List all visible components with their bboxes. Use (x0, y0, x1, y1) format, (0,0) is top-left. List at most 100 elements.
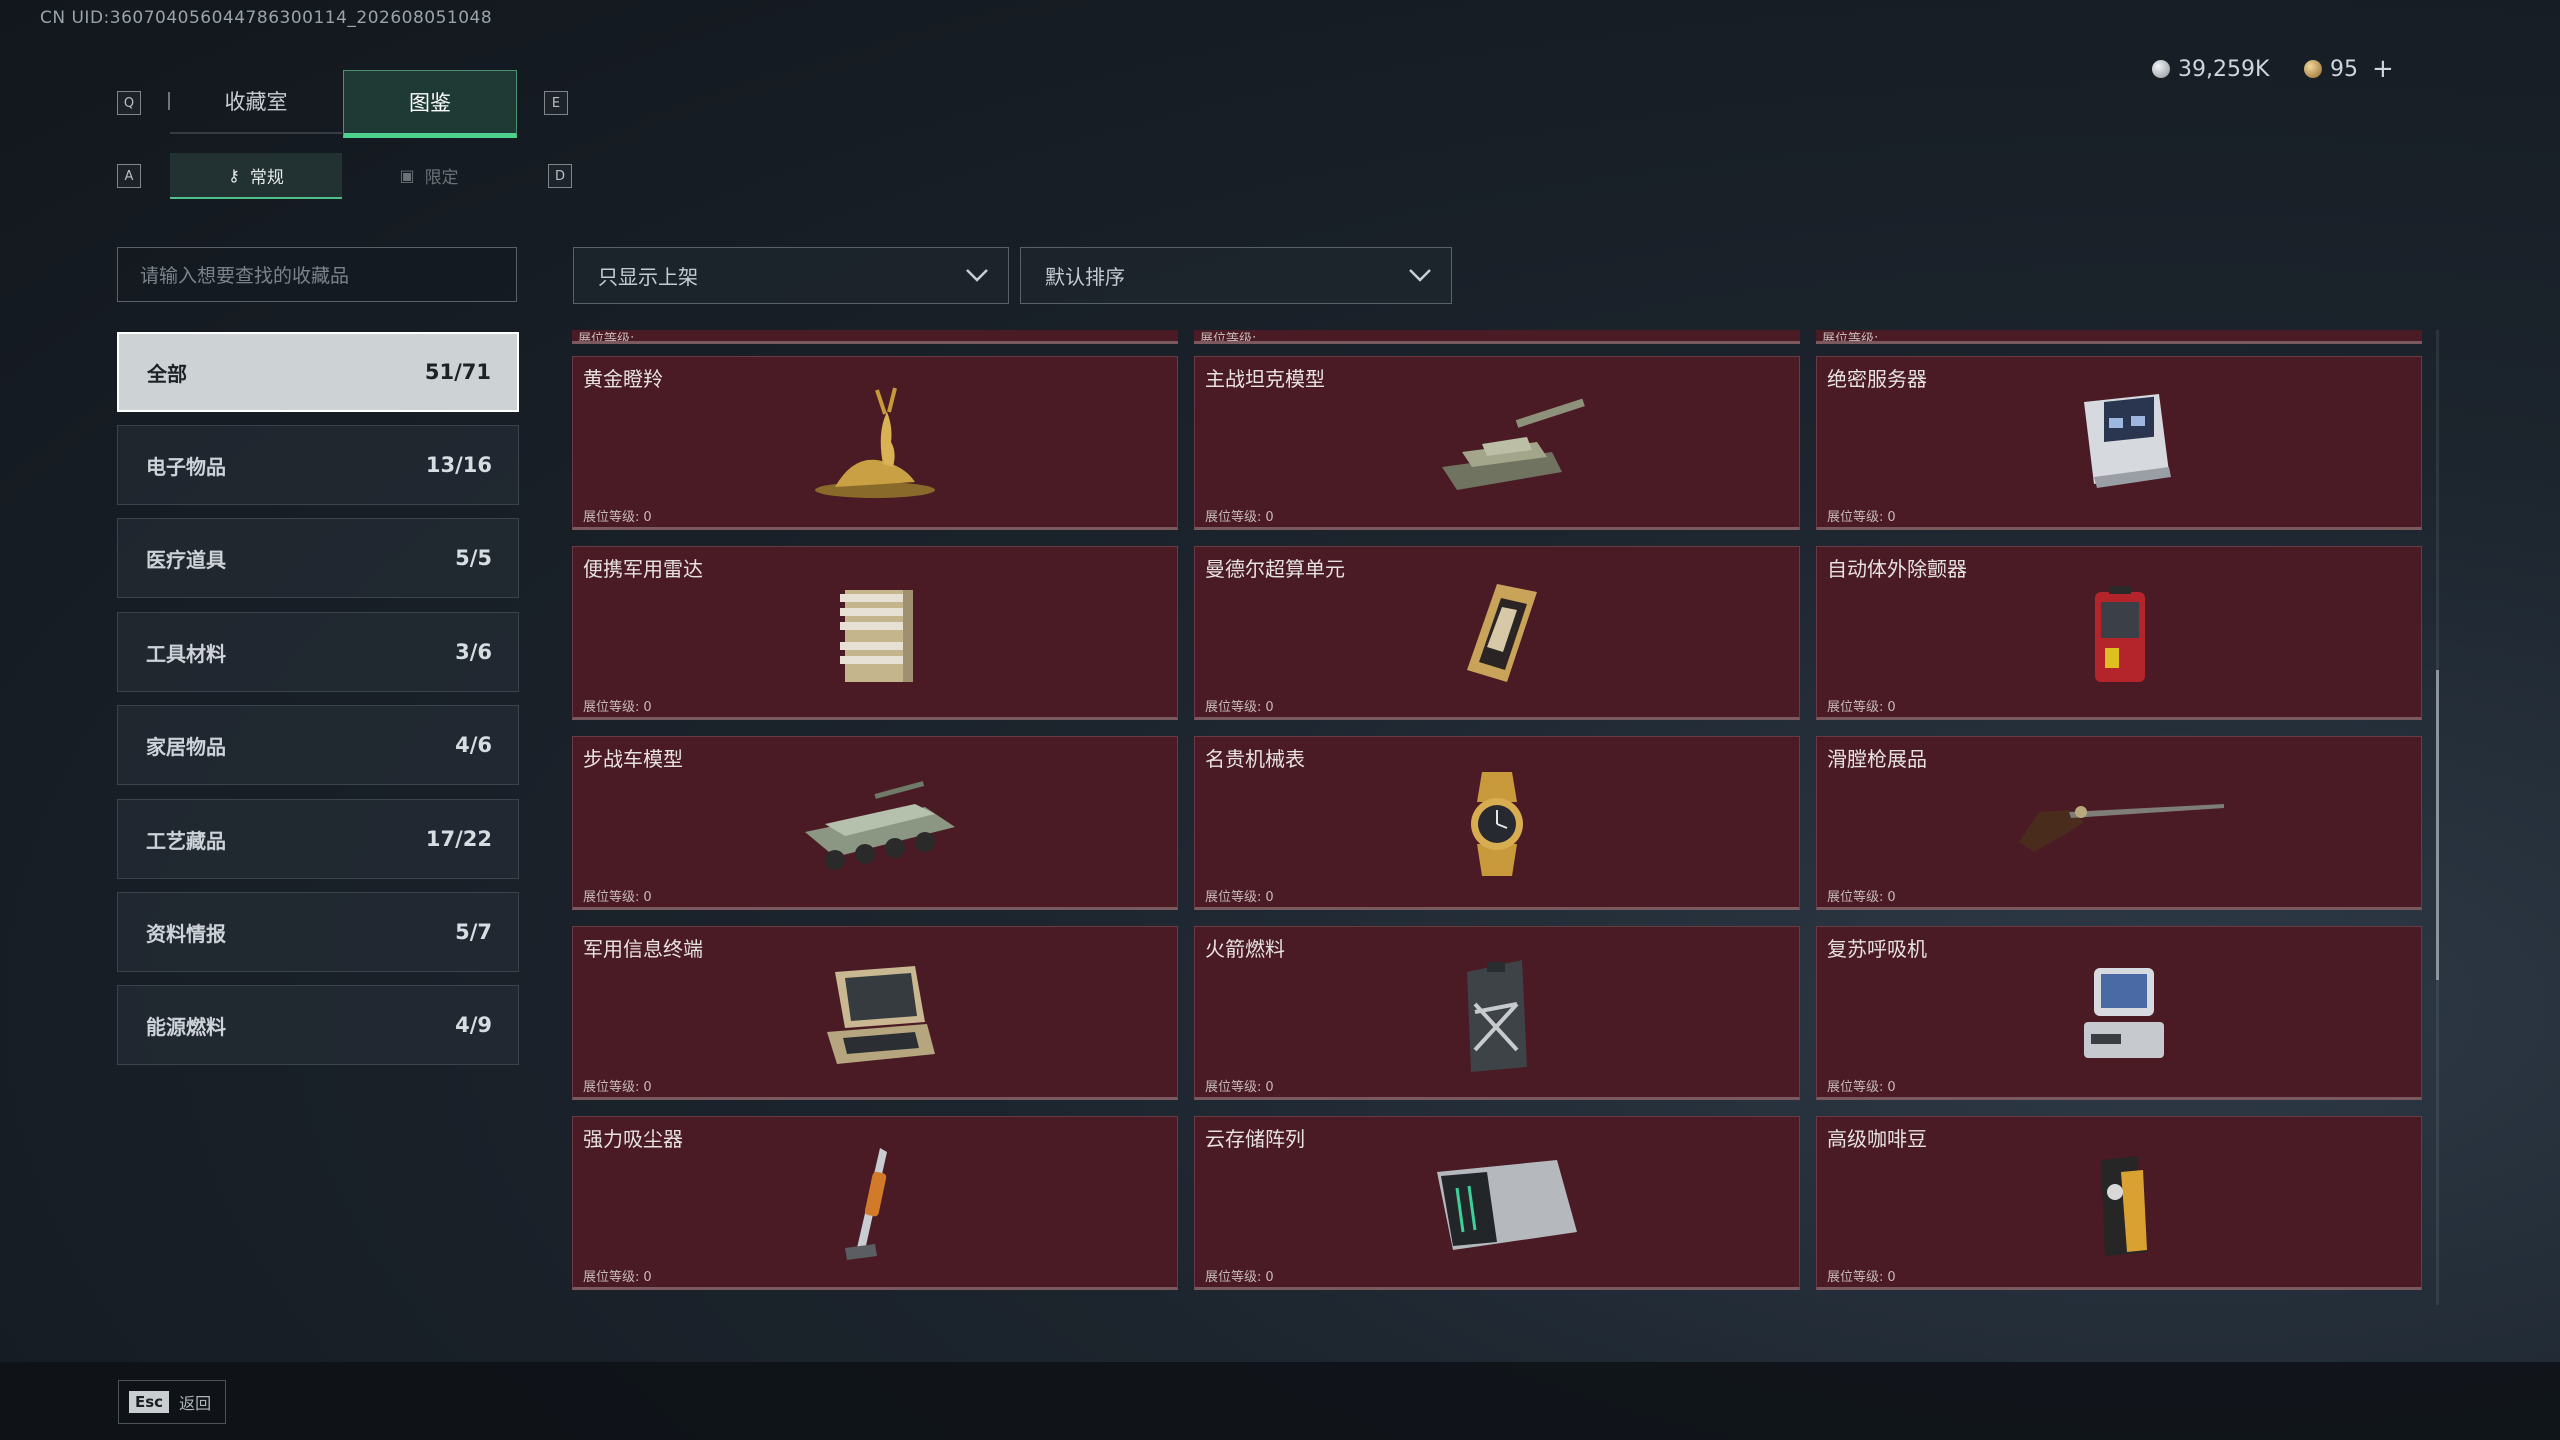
item-card[interactable]: 滑膛枪展品 展位等级: 0 (1816, 736, 2422, 910)
availability-filter-dropdown[interactable]: 只显示上架 (573, 247, 1009, 304)
key-hint-a[interactable]: A (117, 164, 141, 188)
chevron-down-icon (966, 269, 988, 282)
item-card[interactable]: 火箭燃料 展位等级: 0 (1194, 926, 1800, 1100)
bottom-bar (0, 1362, 2560, 1440)
booth-level: 展位等级: 0 (1827, 1270, 1896, 1285)
coffee-bag-icon (2101, 1156, 2147, 1256)
item-card[interactable]: 军用信息终端 展位等级: 0 (572, 926, 1178, 1100)
category-all[interactable]: 全部 51/71 (117, 332, 519, 412)
item-card[interactable]: 高级咖啡豆 展位等级: 0 (1816, 1116, 2422, 1290)
key-hint-d[interactable]: D (548, 164, 572, 188)
item-name: 黄金瞪羚 (583, 367, 663, 391)
item-name: 便携军用雷达 (583, 557, 703, 581)
chevron-down-icon (1409, 269, 1431, 282)
category-count: 13/16 (425, 453, 492, 477)
item-name: 滑膛枪展品 (1827, 747, 1927, 771)
category-count: 5/7 (455, 920, 492, 944)
item-name: 高级咖啡豆 (1827, 1127, 1927, 1151)
gold-currency[interactable]: 95 + (2304, 54, 2394, 84)
tab-codex[interactable]: 图鉴 (343, 70, 517, 138)
tab-limited[interactable]: ▣ 限定 (343, 153, 515, 197)
category-household[interactable]: 家居物品 4/6 (117, 705, 519, 785)
tab-regular[interactable]: ⚷ 常规 (170, 153, 342, 199)
item-card-partial[interactable]: 展位等级: (1816, 330, 2422, 344)
item-name: 强力吸尘器 (583, 1127, 683, 1151)
silver-amount: 39,259K (2178, 56, 2270, 82)
item-name: 自动体外除颤器 (1827, 557, 1967, 581)
defibrillator-icon (2095, 586, 2145, 682)
category-count: 4/6 (455, 733, 492, 757)
category-crafts[interactable]: 工艺藏品 17/22 (117, 799, 519, 879)
item-card[interactable]: 云存储阵列 展位等级: 0 (1194, 1116, 1800, 1290)
item-card[interactable]: 便携军用雷达 展位等级: 0 (572, 546, 1178, 720)
silver-currency: 39,259K (2152, 54, 2269, 84)
item-card[interactable]: 复苏呼吸机 展位等级: 0 (1816, 926, 2422, 1100)
booth-level: 展位等级: 0 (1827, 890, 1896, 905)
item-name: 复苏呼吸机 (1827, 937, 1927, 961)
category-label: 家居物品 (146, 734, 226, 759)
storage-array-icon (1437, 1160, 1577, 1250)
sort-dropdown[interactable]: 默认排序 (1020, 247, 1452, 304)
item-name: 步战车模型 (583, 747, 683, 771)
gold-amount: 95 (2330, 56, 2358, 82)
uid-text: CN UID:360704056044786300114_20260805104… (40, 8, 493, 28)
item-card[interactable]: 主战坦克模型 展位等级: 0 (1194, 356, 1800, 530)
scrollbar-thumb[interactable] (2436, 670, 2439, 980)
gazelle-statue-icon (815, 387, 935, 498)
back-button[interactable]: Esc 返回 (118, 1380, 226, 1424)
add-currency-icon[interactable]: + (2372, 54, 2394, 84)
tab-regular-label: 常规 (249, 167, 284, 188)
level-label: 展位等级: (578, 332, 635, 344)
item-card[interactable]: 名贵机械表 展位等级: 0 (1194, 736, 1800, 910)
category-energy[interactable]: 能源燃料 4/9 (117, 985, 519, 1065)
booth-level: 展位等级: 0 (1205, 1270, 1274, 1285)
musket-icon (2019, 804, 2224, 852)
category-label: 能源燃料 (146, 1014, 226, 1039)
search-input[interactable]: 请输入想要查找的收藏品 (117, 247, 517, 302)
booth-level: 展位等级: 0 (583, 700, 652, 715)
key-icon: ⚷ (228, 165, 240, 185)
item-card[interactable]: 自动体外除颤器 展位等级: 0 (1816, 546, 2422, 720)
tab-collection-room[interactable]: 收藏室 (170, 70, 342, 134)
esc-key-hint: Esc (129, 1391, 170, 1413)
radar-icon (840, 590, 913, 682)
booth-level: 展位等级: 0 (1205, 510, 1274, 525)
key-hint-q[interactable]: Q (117, 91, 141, 115)
booth-level: 展位等级: 0 (583, 890, 652, 905)
category-tools[interactable]: 工具材料 3/6 (117, 612, 519, 692)
booth-level: 展位等级: 0 (1205, 1080, 1274, 1095)
tab-codex-label: 图鉴 (409, 91, 451, 115)
category-count: 17/22 (425, 827, 492, 851)
item-card[interactable]: 曼德尔超算单元 展位等级: 0 (1194, 546, 1800, 720)
item-name: 云存储阵列 (1205, 1127, 1305, 1151)
item-card[interactable]: 步战车模型 展位等级: 0 (572, 736, 1178, 910)
tab-collection-room-label: 收藏室 (224, 90, 288, 114)
booth-level: 展位等级: 0 (583, 1080, 652, 1095)
key-hint-e[interactable]: E (544, 91, 568, 115)
item-card-partial[interactable]: 展位等级: (1194, 330, 1800, 344)
item-name: 主战坦克模型 (1205, 367, 1325, 391)
lock-icon: ▣ (399, 165, 415, 185)
item-card[interactable]: 强力吸尘器 展位等级: 0 (572, 1116, 1178, 1290)
item-card[interactable]: 绝密服务器 展位等级: 0 (1816, 356, 2422, 530)
category-label: 工具材料 (146, 641, 226, 666)
item-card-partial[interactable]: 展位等级: (572, 330, 1178, 344)
server-icon (2084, 394, 2171, 488)
ventilator-icon (2084, 968, 2164, 1058)
category-electronics[interactable]: 电子物品 13/16 (117, 425, 519, 505)
item-name: 绝密服务器 (1827, 367, 1927, 391)
category-label: 资料情报 (146, 921, 226, 946)
item-card[interactable]: 黄金瞪羚 展位等级: 0 (572, 356, 1178, 530)
booth-level: 展位等级: 0 (1827, 700, 1896, 715)
category-count: 51/71 (424, 360, 491, 384)
category-count: 3/6 (455, 640, 492, 664)
booth-level: 展位等级: 0 (1827, 510, 1896, 525)
category-intel[interactable]: 资料情报 5/7 (117, 892, 519, 972)
item-name: 曼德尔超算单元 (1205, 557, 1345, 581)
category-medical[interactable]: 医疗道具 5/5 (117, 518, 519, 598)
silver-coin-icon (2152, 60, 2170, 78)
category-label: 医疗道具 (146, 547, 226, 572)
terminal-icon (827, 966, 935, 1064)
item-name: 火箭燃料 (1205, 937, 1285, 961)
level-label: 展位等级: (1200, 332, 1257, 344)
